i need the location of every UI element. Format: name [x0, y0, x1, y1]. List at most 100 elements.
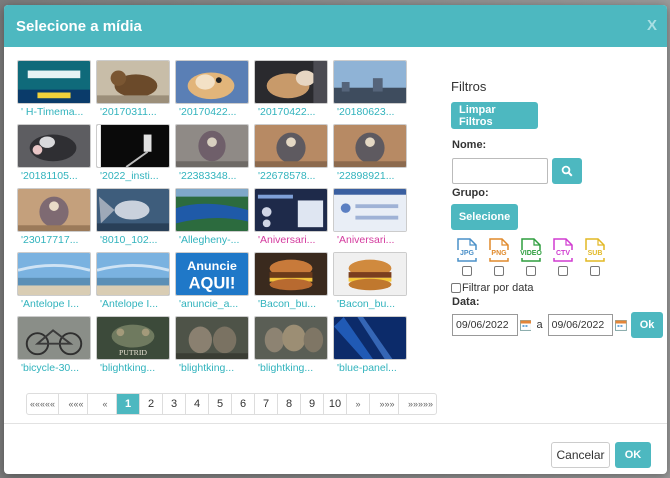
media-caption[interactable]: '20170422...	[254, 106, 328, 118]
media-item[interactable]: ' H-Timema...	[17, 60, 91, 119]
media-caption[interactable]: '20181105...	[17, 170, 91, 182]
media-caption[interactable]: '2022_insti...	[96, 170, 170, 182]
media-thumbnail[interactable]	[254, 252, 328, 296]
page-prev[interactable]: «	[94, 394, 118, 414]
media-thumbnail[interactable]	[17, 60, 91, 104]
media-thumbnail[interactable]	[17, 188, 91, 232]
media-item[interactable]: 'Aniversari...	[254, 188, 328, 247]
calendar-icon[interactable]	[615, 319, 628, 331]
media-thumbnail[interactable]	[96, 188, 170, 232]
search-button[interactable]	[552, 158, 582, 184]
date-filter-checkbox[interactable]	[451, 283, 461, 293]
media-thumbnail[interactable]	[175, 316, 249, 360]
media-item[interactable]: '20170422...	[254, 60, 328, 119]
media-caption[interactable]: '8010_102...	[96, 234, 170, 246]
media-item[interactable]: 'blue-panel...	[333, 316, 407, 375]
media-item[interactable]: 'bicycle-30...	[17, 316, 91, 375]
media-thumbnail[interactable]	[333, 252, 407, 296]
media-item[interactable]: 'Aniversari...	[333, 188, 407, 247]
media-item[interactable]: Anuncie AQUI! 'anuncie_a...	[175, 252, 249, 311]
page-2[interactable]: 2	[140, 394, 164, 414]
media-caption[interactable]: 'Allegheny-...	[175, 234, 249, 246]
media-item[interactable]: '22898921...	[333, 124, 407, 183]
name-search-input[interactable]	[452, 158, 548, 184]
page-1[interactable]: 1	[117, 394, 141, 414]
media-caption[interactable]: 'Aniversari...	[333, 234, 407, 246]
media-item[interactable]: 'Antelope I...	[96, 252, 170, 311]
clear-filters-button[interactable]: Limpar Filtros	[451, 102, 538, 129]
page-first[interactable]: «««««	[27, 394, 60, 414]
media-caption[interactable]: 'anuncie_a...	[175, 298, 249, 310]
close-icon[interactable]: X	[647, 17, 657, 34]
media-caption[interactable]: 'Antelope I...	[96, 298, 170, 310]
media-caption[interactable]: 'Aniversari...	[254, 234, 328, 246]
media-caption[interactable]: '22383348...	[175, 170, 249, 182]
media-caption[interactable]: 'blightking...	[96, 362, 170, 374]
media-item[interactable]: '20170311...	[96, 60, 170, 119]
media-thumbnail[interactable]	[254, 60, 328, 104]
ok-button[interactable]: OK	[615, 442, 651, 468]
media-thumbnail[interactable]	[254, 124, 328, 168]
media-caption[interactable]: '23017717...	[17, 234, 91, 246]
media-caption[interactable]: 'Bacon_bu...	[254, 298, 328, 310]
media-caption[interactable]: '20180623...	[333, 106, 407, 118]
page-next[interactable]: »	[347, 394, 371, 414]
page-5[interactable]: 5	[209, 394, 233, 414]
media-item[interactable]: '2022_insti...	[96, 124, 170, 183]
media-item[interactable]: '20170422...	[175, 60, 249, 119]
media-caption[interactable]: 'Antelope I...	[17, 298, 91, 310]
media-item[interactable]: '23017717...	[17, 188, 91, 247]
media-item[interactable]: '22383348...	[175, 124, 249, 183]
file-type-checkbox[interactable]	[526, 266, 536, 276]
media-item[interactable]: '22678578...	[254, 124, 328, 183]
cancel-button[interactable]: Cancelar	[551, 442, 610, 468]
page-4[interactable]: 4	[186, 394, 210, 414]
media-caption[interactable]: '20170422...	[175, 106, 249, 118]
media-caption[interactable]: 'Bacon_bu...	[333, 298, 407, 310]
page-last[interactable]: »»»»»	[405, 394, 436, 414]
media-item[interactable]: 'blightking...	[254, 316, 328, 375]
media-caption[interactable]: 'bicycle-30...	[17, 362, 91, 374]
media-thumbnail[interactable]	[96, 60, 170, 104]
group-select-button[interactable]: Selecione	[451, 204, 518, 230]
media-thumbnail[interactable]	[333, 188, 407, 232]
date-to-input[interactable]: 09/06/2022	[547, 314, 614, 336]
media-thumbnail[interactable]: PUTRID	[96, 316, 170, 360]
media-item[interactable]: '20181105...	[17, 124, 91, 183]
media-thumbnail[interactable]	[175, 60, 249, 104]
page-10[interactable]: 10	[324, 394, 348, 414]
file-type-checkbox[interactable]	[558, 266, 568, 276]
page-8[interactable]: 8	[278, 394, 302, 414]
media-item[interactable]: 'Bacon_bu...	[333, 252, 407, 311]
calendar-icon[interactable]	[519, 319, 532, 331]
media-thumbnail[interactable]	[175, 124, 249, 168]
media-caption[interactable]: 'blightking...	[254, 362, 328, 374]
media-thumbnail[interactable]: AnuncieAQUI!	[175, 252, 249, 296]
media-thumbnail[interactable]	[333, 316, 407, 360]
media-thumbnail[interactable]	[333, 60, 407, 104]
media-caption[interactable]: '22898921...	[333, 170, 407, 182]
page-next-block[interactable]: »»»	[376, 394, 400, 414]
media-thumbnail[interactable]	[17, 252, 91, 296]
file-type-checkbox[interactable]	[462, 266, 472, 276]
media-item[interactable]: PUTRID 'blightking...	[96, 316, 170, 375]
file-type-checkbox[interactable]	[494, 266, 504, 276]
apply-date-button[interactable]: Ok	[631, 312, 663, 338]
media-caption[interactable]: '20170311...	[96, 106, 170, 118]
media-caption[interactable]: 'blue-panel...	[333, 362, 407, 374]
media-thumbnail[interactable]	[96, 124, 170, 168]
media-item[interactable]: '8010_102...	[96, 188, 170, 247]
media-thumbnail[interactable]	[254, 188, 328, 232]
media-thumbnail[interactable]	[17, 124, 91, 168]
page-prev-block[interactable]: «««	[65, 394, 89, 414]
file-type-checkbox[interactable]	[590, 266, 600, 276]
media-item[interactable]: '20180623...	[333, 60, 407, 119]
page-6[interactable]: 6	[232, 394, 256, 414]
media-item[interactable]: 'blightking...	[175, 316, 249, 375]
media-caption[interactable]: 'blightking...	[175, 362, 249, 374]
media-thumbnail[interactable]	[254, 316, 328, 360]
media-item[interactable]: 'Antelope I...	[17, 252, 91, 311]
media-item[interactable]: 'Bacon_bu...	[254, 252, 328, 311]
page-7[interactable]: 7	[255, 394, 279, 414]
media-thumbnail[interactable]	[175, 188, 249, 232]
